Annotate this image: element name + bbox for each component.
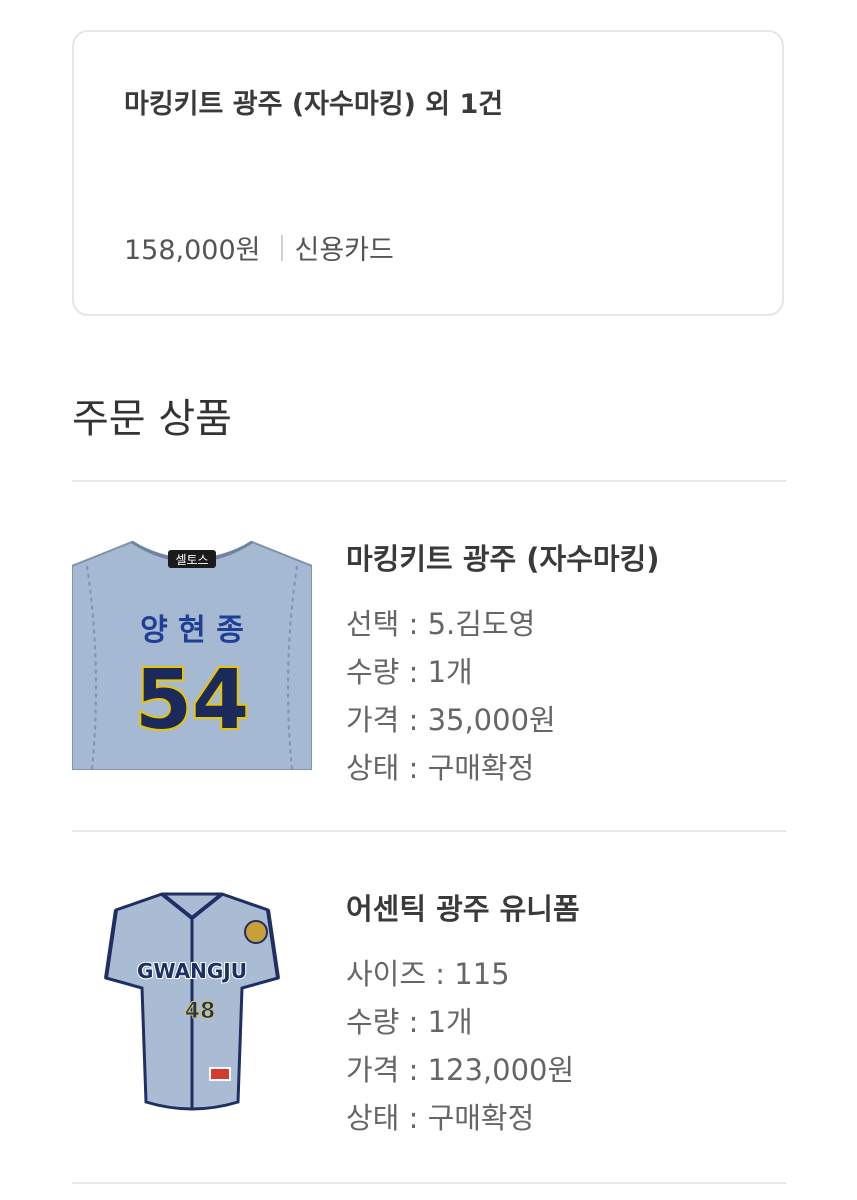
- product-price: 가격 : 35,000원: [346, 703, 556, 737]
- order-summary-card[interactable]: 마킹키트 광주 (자수마킹) 외 1건 158,000원 신용카드: [72, 30, 784, 316]
- section-title: 주문 상품: [72, 396, 232, 442]
- jersey-number-text: 54: [135, 653, 249, 748]
- product-status: 상태 : 구매확정: [346, 751, 535, 785]
- patch-text: 셀토스: [175, 553, 208, 567]
- product-name[interactable]: 어센틱 광주 유니폼: [346, 886, 580, 928]
- divider: [72, 1182, 786, 1184]
- product-quantity: 수량 : 1개: [346, 655, 473, 689]
- order-total-price: 158,000원: [124, 235, 261, 266]
- product-size: 사이즈 : 115: [346, 957, 510, 991]
- product-option: 선택 : 5.김도영: [346, 607, 536, 641]
- authentic-uniform-jersey-image: GWANGJU 48: [72, 888, 312, 1122]
- divider: [72, 480, 786, 482]
- product-info-marking-kit: 마킹키트 광주 (자수마킹) 선택 : 5.김도영 수량 : 1개 가격 : 3…: [346, 536, 660, 792]
- product-quantity: 수량 : 1개: [346, 1005, 473, 1039]
- product-price: 가격 : 123,000원: [346, 1053, 575, 1087]
- order-summary-meta: 158,000원 신용카드: [124, 228, 394, 267]
- order-summary-title: 마킹키트 광주 (자수마킹) 외 1건: [124, 89, 504, 120]
- marking-kit-jersey-image: 셀토스 양 현 종 54: [71, 536, 313, 771]
- payment-method: 신용카드: [294, 235, 394, 266]
- uniform-number-text: 48: [185, 999, 216, 1024]
- product-name[interactable]: 마킹키트 광주 (자수마킹): [346, 536, 660, 578]
- player-name-text: 양 현 종: [140, 613, 244, 648]
- product-info-authentic-uniform: 어센틱 광주 유니폼 사이즈 : 115 수량 : 1개 가격 : 123,00…: [346, 886, 580, 1142]
- product-image-marking-kit[interactable]: 셀토스 양 현 종 54: [71, 536, 313, 771]
- meta-separator: [280, 234, 283, 261]
- product-image-authentic-uniform[interactable]: GWANGJU 48: [72, 888, 312, 1122]
- divider: [72, 830, 786, 832]
- team-text: GWANGJU: [137, 959, 247, 983]
- product-status: 상태 : 구매확정: [346, 1101, 535, 1135]
